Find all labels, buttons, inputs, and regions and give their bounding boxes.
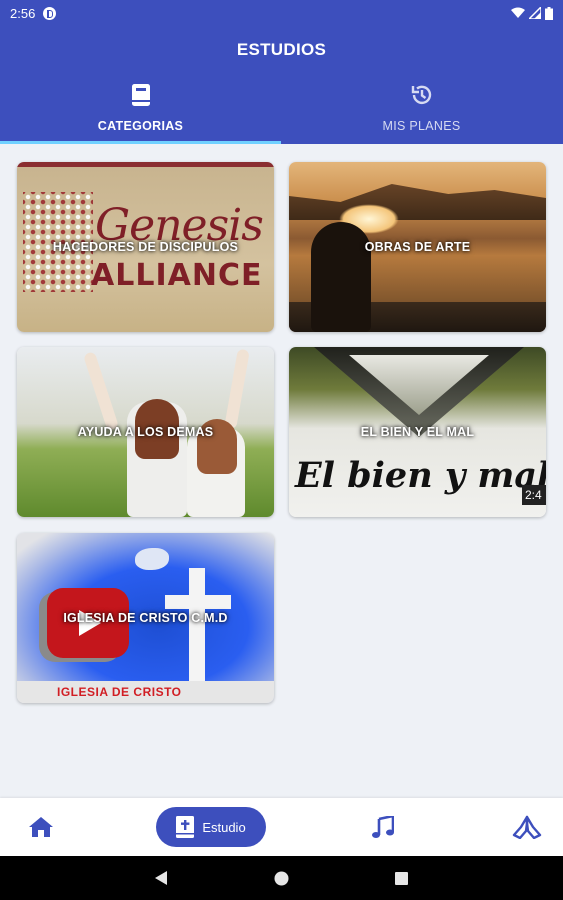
tab-categorias[interactable]: CATEGORIAS [0, 82, 281, 144]
wifi-icon [511, 7, 525, 18]
image-title-text: El bien y mal [295, 455, 546, 496]
page-title: ESTUDIOS [236, 40, 327, 59]
category-card-obras-de-arte[interactable]: OBRAS DE ARTE [289, 162, 546, 332]
tab-label: CATEGORIAS [97, 119, 184, 133]
dove-icon [135, 548, 169, 570]
category-card-iglesia[interactable]: IGLESIA DE CRISTO IGLESIA DE CRISTO C.M.… [17, 533, 274, 703]
mountains [289, 184, 546, 220]
book-icon [131, 82, 151, 108]
tab-label: MIS PLANES [382, 119, 461, 133]
raised-arm [82, 351, 120, 431]
tab-mis-planes[interactable]: MIS PLANES [281, 82, 562, 144]
raised-arm [224, 348, 250, 430]
category-card-bien-mal[interactable]: El bien y mal 2:4 EL BIEN Y EL MAL [289, 347, 546, 517]
system-home-button[interactable] [268, 856, 294, 900]
praying-hands-icon [512, 815, 542, 839]
battery-icon [545, 6, 553, 20]
status-time: 2:56 [10, 5, 36, 21]
cross-icon [189, 568, 205, 688]
system-recents-button[interactable] [388, 856, 414, 900]
cross-bar [165, 595, 231, 609]
bottom-navigation: Estudio [0, 798, 563, 856]
notification-app-icon [43, 6, 57, 20]
system-navigation-bar [0, 856, 563, 900]
category-label: AYUDA A LOS DEMAS [77, 425, 214, 439]
back-triangle-icon [155, 871, 167, 885]
music-note-icon [372, 816, 394, 838]
image-strip-text: IGLESIA DE CRISTO [57, 685, 182, 699]
status-icons [511, 6, 553, 20]
home-icon [29, 817, 53, 837]
video-duration-badge: 2:4 [522, 485, 546, 505]
logo-text-alliance: ALLIANCE [91, 258, 263, 293]
home-circle-icon [274, 871, 288, 885]
person-silhouette [311, 222, 371, 332]
nav-home[interactable] [20, 798, 62, 856]
nav-music[interactable] [362, 798, 404, 856]
system-back-button[interactable] [148, 856, 174, 900]
nav-estudio[interactable]: Estudio [156, 807, 266, 847]
category-label: IGLESIA DE CRISTO C.M.D [63, 611, 228, 625]
status-bar: 2:56 [0, 0, 563, 26]
category-card-ayuda[interactable]: AYUDA A LOS DEMAS [17, 347, 274, 517]
history-icon [410, 82, 434, 108]
bible-icon [176, 816, 195, 838]
category-label: OBRAS DE ARTE [364, 240, 471, 254]
category-label: HACEDORES DE DISCIPULOS [52, 240, 239, 254]
recents-square-icon [394, 871, 408, 885]
nav-prayer[interactable] [505, 798, 549, 856]
app-bar: ESTUDIOS CATEGORIAS MIS PLANES [0, 26, 563, 144]
nav-estudio-label: Estudio [202, 819, 246, 835]
category-label: EL BIEN Y EL MAL [360, 425, 475, 439]
category-card-hacedores[interactable]: Genesis ALLIANCE HACEDORES DE DISCIPULOS [17, 162, 274, 332]
signal-icon [529, 7, 541, 19]
